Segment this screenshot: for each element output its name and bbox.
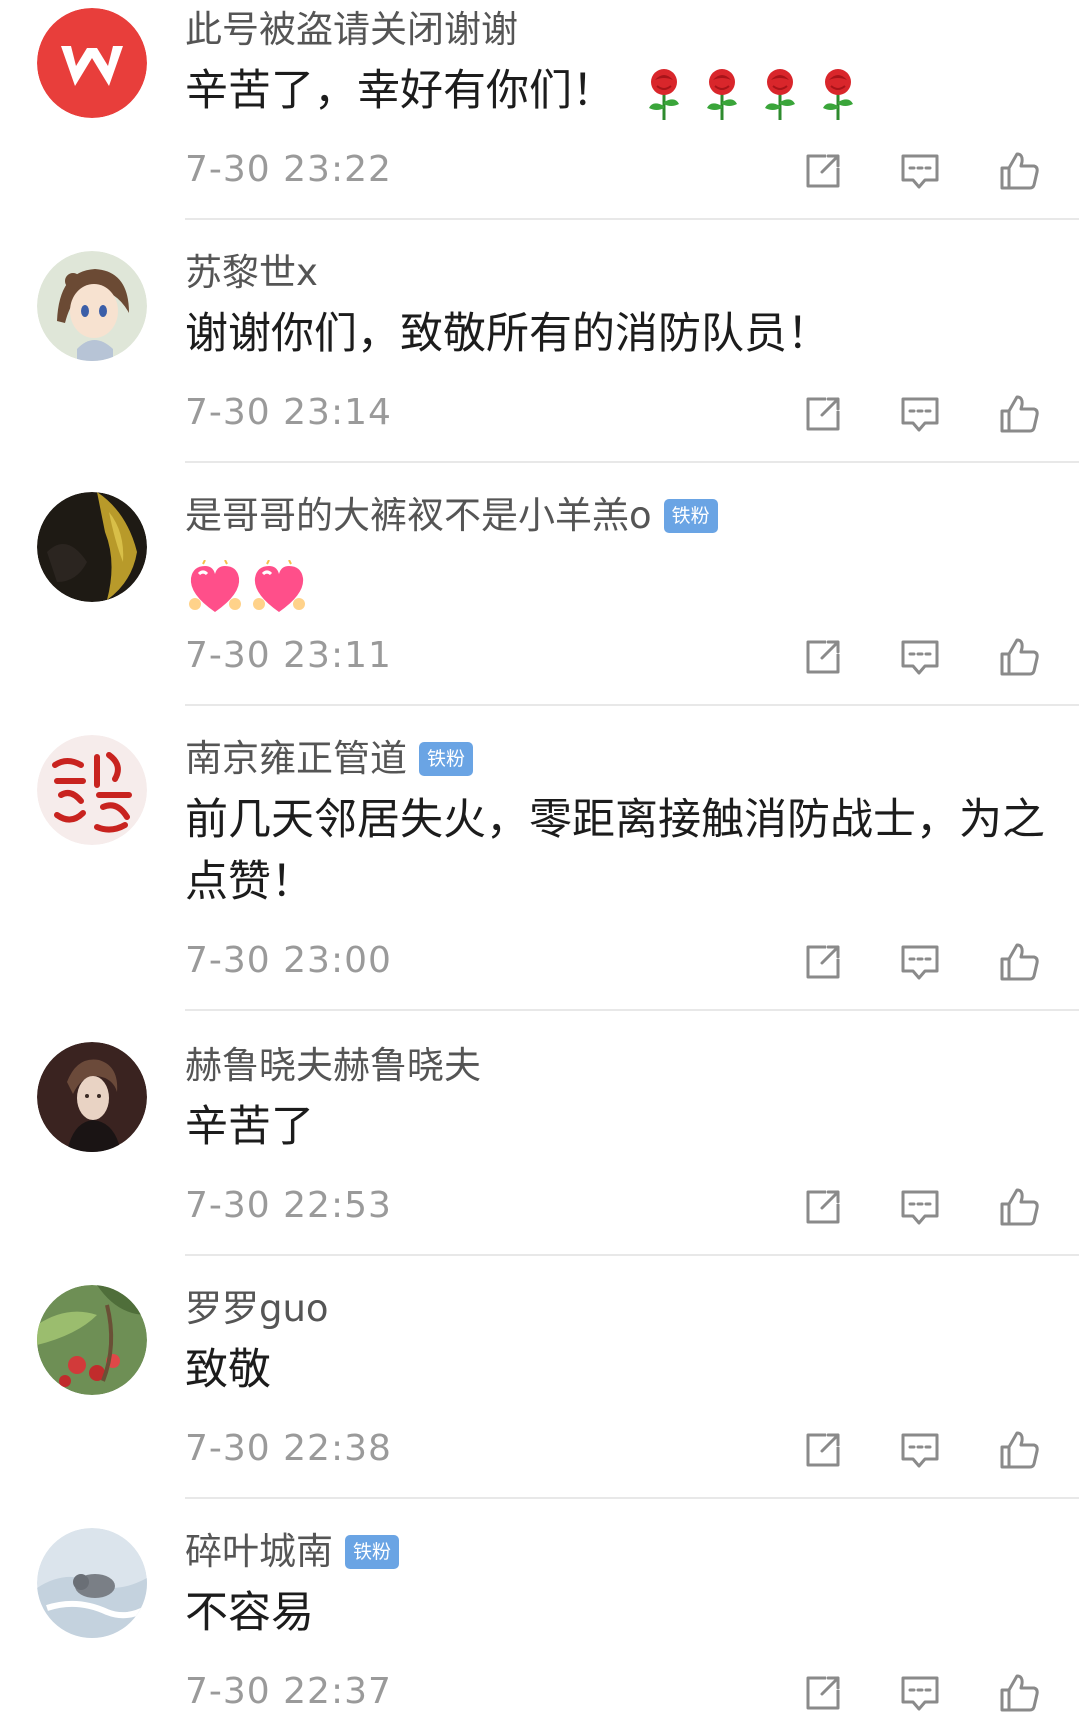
username-text[interactable]: 此号被盗请关闭谢谢 [185, 8, 518, 52]
anime-girl-avatar[interactable] [37, 251, 147, 361]
comment-time: 7-30 23:14 [185, 392, 392, 433]
divider [185, 1254, 1079, 1256]
comment-text: 不容易 [185, 1588, 314, 1638]
comment-icon[interactable] [897, 391, 943, 437]
share-icon[interactable] [800, 1427, 846, 1473]
comment-icon[interactable] [897, 1427, 943, 1473]
wps-logo-avatar[interactable] [37, 8, 147, 118]
share-icon[interactable] [800, 634, 846, 680]
share-icon[interactable] [800, 1184, 846, 1230]
rose-emoji [707, 68, 737, 120]
comment-time: 7-30 23:22 [185, 149, 392, 190]
username-text[interactable]: 苏黎世x [185, 251, 318, 295]
username[interactable]: 南京雍正管道 铁粉 [185, 737, 473, 781]
fan-badge: 铁粉 [663, 499, 718, 533]
comment-icon[interactable] [897, 1670, 943, 1716]
share-icon[interactable] [800, 1670, 846, 1716]
heart-emoji [253, 559, 305, 612]
rose-emoji [649, 68, 679, 120]
username[interactable]: 罗罗guo [185, 1287, 329, 1331]
like-icon[interactable] [996, 1427, 1042, 1473]
comment-actions [800, 391, 1050, 439]
comment-actions [800, 1184, 1050, 1232]
comment-time: 7-30 22:38 [185, 1428, 392, 1469]
comment-content: 不容易 [185, 1582, 1045, 1644]
comment-time: 7-30 22:37 [185, 1671, 392, 1712]
comment-actions [800, 1670, 1050, 1718]
fan-badge-label: 铁粉 [671, 505, 710, 527]
username-text[interactable]: 是哥哥的大裤衩不是小羊羔o [185, 494, 652, 538]
username[interactable]: 苏黎世x [185, 251, 318, 295]
comment-time: 7-30 23:11 [185, 635, 392, 676]
red-seal-avatar[interactable] [37, 735, 147, 845]
divider [185, 218, 1079, 220]
heart-emoji [189, 559, 241, 612]
comment-actions [800, 634, 1050, 682]
comment-icon[interactable] [897, 148, 943, 194]
username[interactable]: 是哥哥的大裤衩不是小羊羔o 铁粉 [185, 494, 718, 538]
like-icon[interactable] [996, 634, 1042, 680]
comment-icon[interactable] [897, 939, 943, 985]
comment-content: 辛苦了，幸好有你们！ [185, 60, 1045, 122]
username[interactable]: 赫鲁晓夫赫鲁晓夫 [185, 1044, 481, 1088]
snow-animal-avatar[interactable] [37, 1528, 147, 1638]
like-icon[interactable] [996, 939, 1042, 985]
comment-content: 谢谢你们，致敬所有的消防队员！ [185, 303, 1045, 365]
comment-actions [800, 939, 1050, 987]
divider [185, 1497, 1079, 1499]
comment-actions [800, 1427, 1050, 1475]
dark-photo-avatar[interactable] [37, 492, 147, 602]
heart-emoji-group [185, 559, 309, 616]
fan-badge: 铁粉 [345, 1535, 399, 1569]
share-icon[interactable] [800, 391, 846, 437]
username-text[interactable]: 罗罗guo [185, 1287, 329, 1331]
divider [185, 461, 1079, 463]
username-text[interactable]: 南京雍正管道 [185, 737, 407, 781]
comment-content: 前几天邻居失火，零距离接触消防战士，为之点赞！ [185, 789, 1045, 913]
comment-content: 辛苦了 [185, 1096, 1045, 1158]
fan-badge: 铁粉 [419, 742, 473, 776]
portrait-avatar[interactable] [37, 1042, 147, 1152]
username[interactable]: 碎叶城南 铁粉 [185, 1530, 399, 1574]
comment-text: 前几天邻居失火，零距离接触消防战士，为之点赞！ [185, 795, 1045, 907]
username-text[interactable]: 赫鲁晓夫赫鲁晓夫 [185, 1044, 481, 1088]
comment-content: 致敬 [185, 1339, 1045, 1401]
username[interactable]: 此号被盗请关闭谢谢 [185, 8, 518, 52]
divider [185, 704, 1079, 706]
comment-actions [800, 148, 1050, 196]
like-icon[interactable] [996, 1670, 1042, 1716]
strawberry-avatar[interactable] [37, 1285, 147, 1395]
rose-emoji [765, 68, 795, 120]
share-icon[interactable] [800, 148, 846, 194]
comment-text: 致敬 [185, 1345, 271, 1395]
comment-text: 辛苦了 [185, 1102, 314, 1152]
comment-text: 辛苦了，幸好有你们！ [185, 66, 615, 116]
comment-time: 7-30 22:53 [185, 1185, 392, 1226]
share-icon[interactable] [800, 939, 846, 985]
username-text[interactable]: 碎叶城南 [185, 1530, 333, 1574]
rose-emoji-group [635, 66, 867, 122]
comment-content [185, 554, 1045, 616]
fan-badge-label: 铁粉 [426, 748, 465, 770]
comment-text: 谢谢你们，致敬所有的消防队员！ [185, 309, 830, 359]
like-icon[interactable] [996, 391, 1042, 437]
rose-emoji [823, 68, 853, 120]
comment-icon[interactable] [897, 634, 943, 680]
like-icon[interactable] [996, 1184, 1042, 1230]
divider [185, 1009, 1079, 1011]
fan-badge-label: 铁粉 [352, 1541, 391, 1563]
like-icon[interactable] [996, 148, 1042, 194]
comment-icon[interactable] [897, 1184, 943, 1230]
comment-time: 7-30 23:00 [185, 940, 392, 981]
